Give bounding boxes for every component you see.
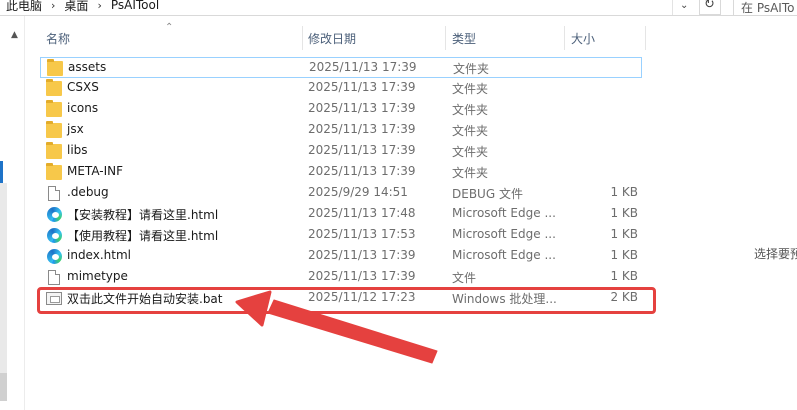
annotation-arrow <box>235 290 438 364</box>
arrow-head <box>235 290 272 327</box>
preview-scrollbar[interactable] <box>783 20 797 410</box>
arrow-shaft <box>267 299 438 364</box>
